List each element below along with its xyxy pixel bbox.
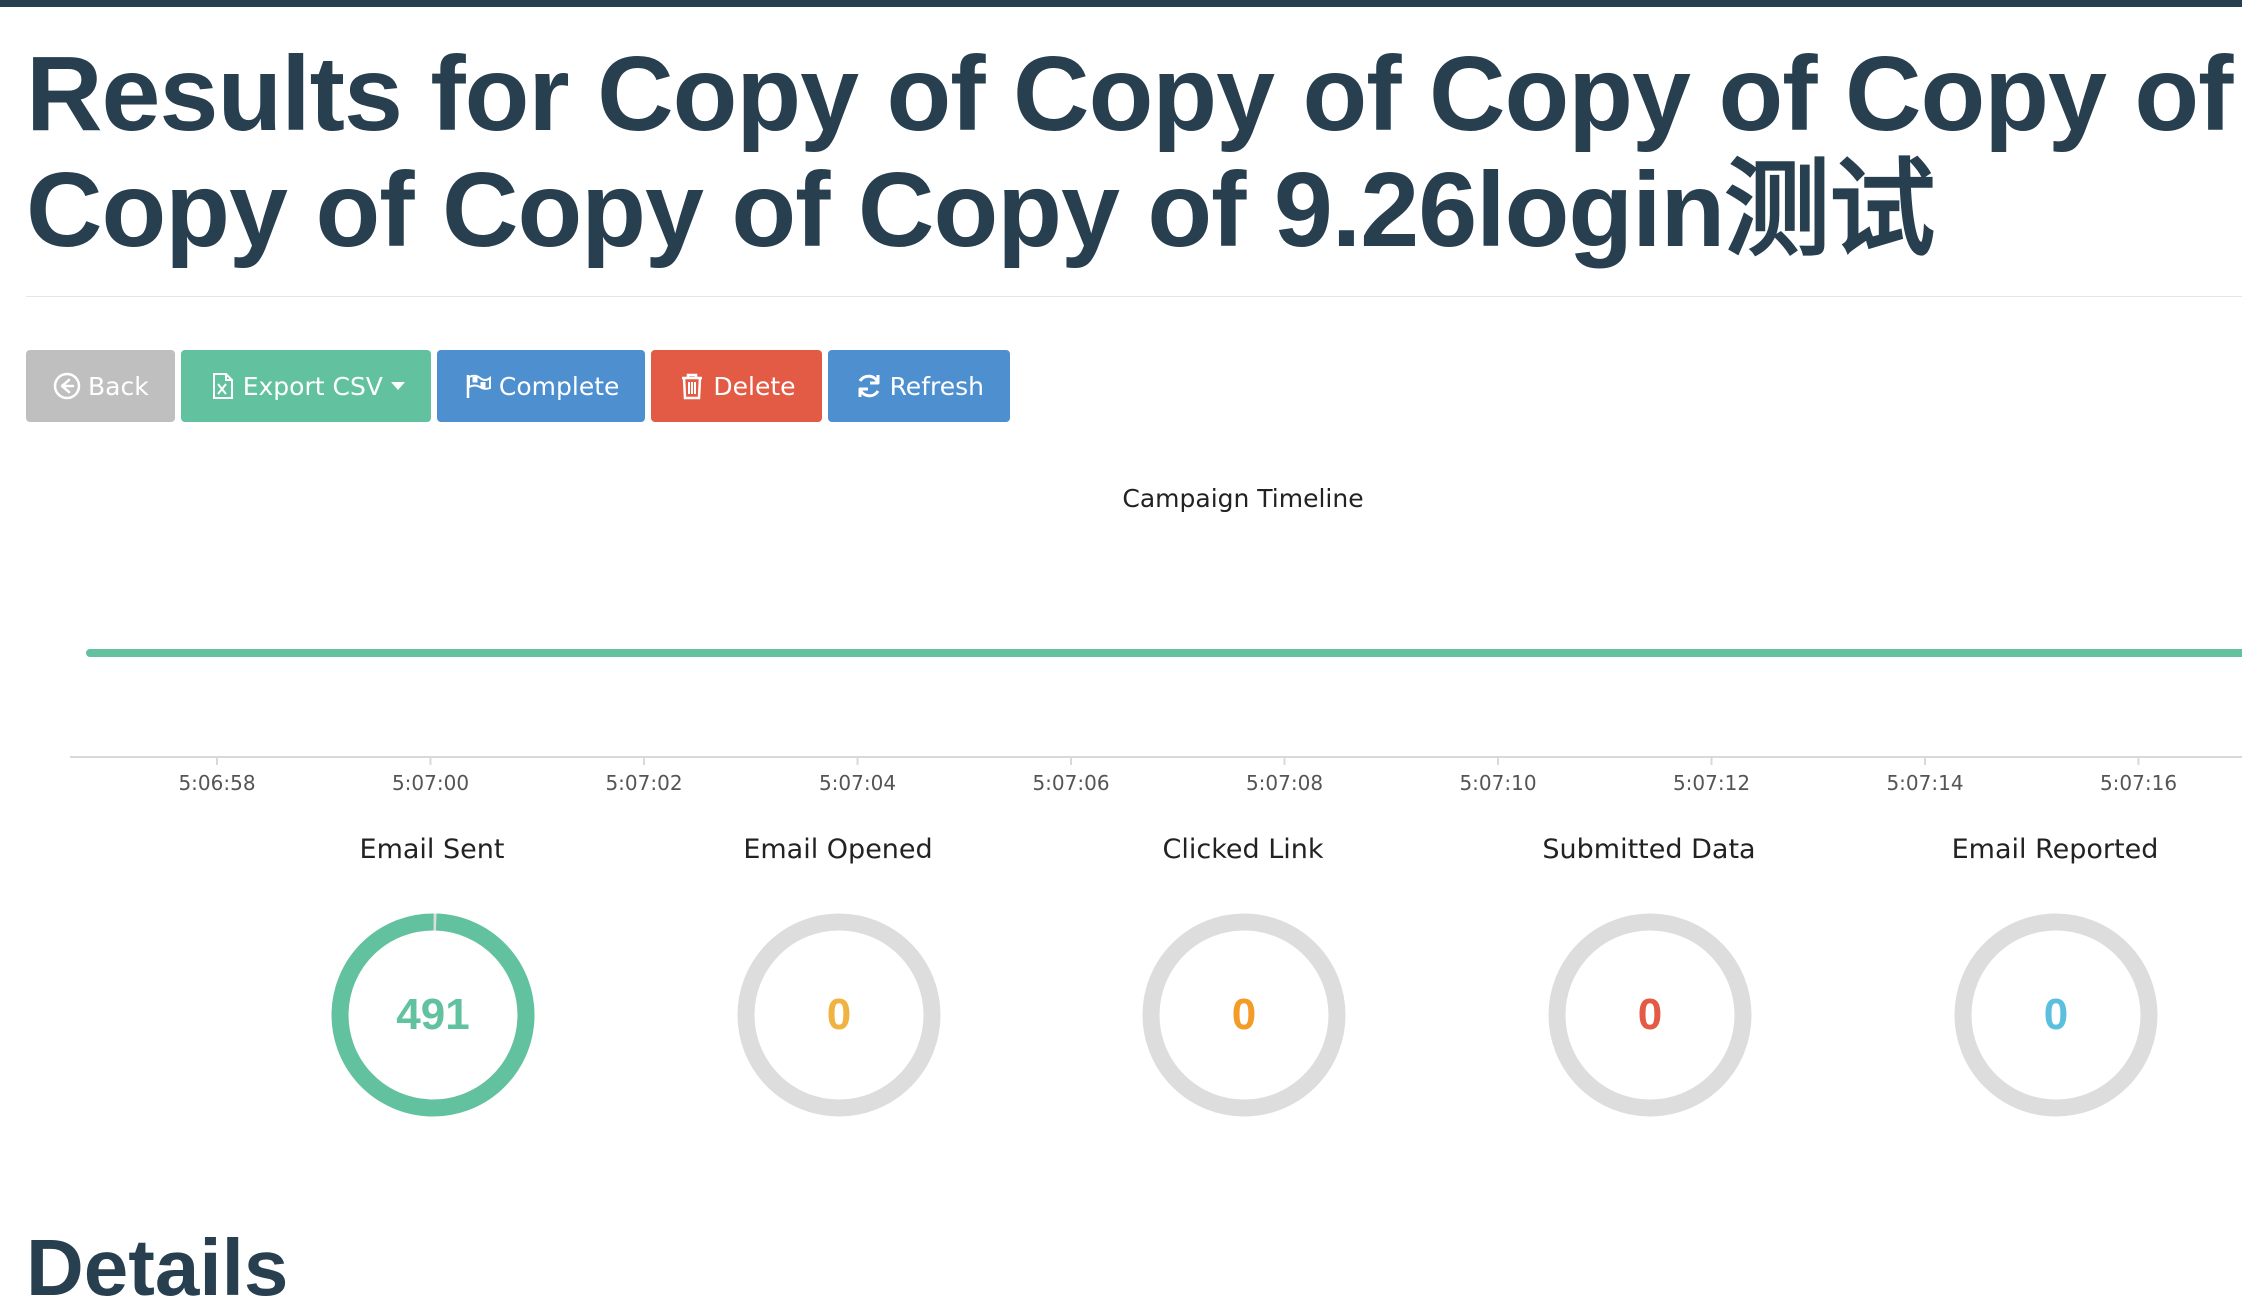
stat-label: Email Reported: [1951, 834, 2159, 865]
page-title: Results for Copy of Copy of Copy of Copy…: [26, 35, 2233, 269]
delete-button[interactable]: Delete: [651, 350, 822, 422]
stat-label: Email Opened: [743, 834, 933, 865]
refresh-icon: [854, 371, 884, 401]
timeline-tick-label: 5:07:12: [1673, 771, 1750, 795]
details-heading: Details: [26, 1223, 289, 1312]
campaign-timeline-chart: Campaign Timeline 5:06:58 5:07:00 5:07:02 5…: [0, 470, 2242, 810]
timeline-tick-label: 5:06:58: [178, 771, 255, 795]
export-csv-label: Export CSV: [242, 371, 383, 401]
timeline-tick-label: 5:07:02: [605, 771, 682, 795]
stat-label: Email Sent: [359, 834, 505, 865]
donut-chart: 0: [1545, 910, 1755, 1120]
toolbar: Back Export CSV Complete Delete Refresh: [26, 350, 1010, 422]
complete-button-label: Complete: [498, 371, 620, 401]
stat-value: 491: [396, 990, 470, 1039]
timeline-tick-label: 5:07:08: [1246, 771, 1323, 795]
timeline-plot: 5:06:58 5:07:00 5:07:02 5:07:04 5:07:06 5:07:…: [70, 649, 2242, 795]
stat-value: 0: [1231, 990, 1257, 1039]
stats-row: Email Sent 491 Email Opened 0 Clicked Link 0 S…: [0, 830, 2242, 1130]
back-button-label: Back: [88, 371, 149, 401]
refresh-button[interactable]: Refresh: [827, 350, 1010, 422]
stat-value: 0: [1637, 990, 1663, 1039]
refresh-button-label: Refresh: [889, 371, 984, 401]
flag-checkered-icon: [463, 371, 493, 401]
delete-button-label: Delete: [713, 371, 796, 401]
stat-value: 0: [826, 990, 852, 1039]
donut-chart: 0: [734, 910, 944, 1120]
back-button[interactable]: Back: [26, 350, 175, 422]
stat-clicked-link: Clicked Link 0: [1093, 830, 1393, 1117]
donut-chart: 0: [1951, 910, 2161, 1120]
chevron-down-icon: [390, 382, 405, 390]
timeline-tick-label: 5:07:04: [819, 771, 896, 795]
top-bar: [0, 0, 2242, 7]
stat-label: Clicked Link: [1162, 834, 1324, 865]
timeline-tick-label: 5:07:10: [1459, 771, 1536, 795]
donut-chart: 491: [328, 910, 538, 1120]
stat-label: Submitted Data: [1542, 834, 1756, 865]
stat-submitted-data: Submitted Data 0: [1499, 830, 1799, 1117]
timeline-tick-label: 5:07:06: [1032, 771, 1109, 795]
title-divider: [26, 296, 2242, 297]
arrow-circle-left-icon: [52, 371, 82, 401]
timeline-tick-label: 5:07:14: [1886, 771, 1963, 795]
stat-email-opened: Email Opened 0: [688, 830, 988, 1117]
complete-button[interactable]: Complete: [436, 350, 646, 422]
timeline-tick-label: 5:07:16: [2100, 771, 2177, 795]
stat-email-sent: Email Sent 491: [282, 830, 582, 1117]
file-excel-icon: [207, 371, 237, 401]
stat-email-reported: Email Reported 0: [1905, 830, 2205, 1117]
donut-chart: 0: [1139, 910, 1349, 1120]
stat-value: 0: [2043, 990, 2069, 1039]
trash-icon: [677, 371, 707, 401]
timeline-tick-label: 5:07:00: [392, 771, 469, 795]
export-csv-button[interactable]: Export CSV: [180, 350, 431, 422]
